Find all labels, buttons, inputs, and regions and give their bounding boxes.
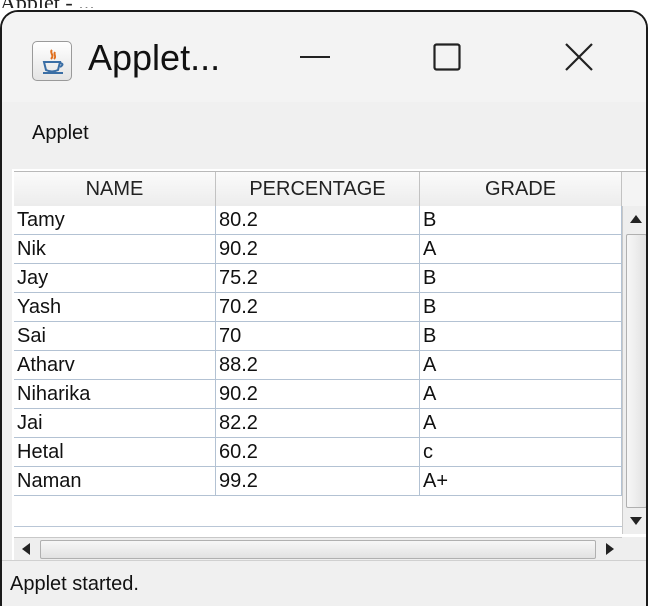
minimize-icon [300, 56, 330, 58]
vertical-scrollbar[interactable] [622, 206, 646, 534]
cell-percentage[interactable]: 99.2 [216, 467, 420, 495]
cell-percentage[interactable]: 75.2 [216, 264, 420, 292]
cell-name[interactable]: Hetal [14, 438, 216, 466]
table-header: NAME PERCENTAGE GRADE [14, 171, 622, 207]
table-row[interactable]: Yash 70.2 B [14, 293, 622, 322]
cell-grade[interactable]: A+ [420, 467, 622, 495]
table-row[interactable]: Nik 90.2 A [14, 235, 622, 264]
horizontal-scroll-thumb[interactable] [40, 540, 596, 559]
cell-grade[interactable]: B [420, 322, 622, 350]
cell-grade[interactable]: B [420, 264, 622, 292]
arrow-right-icon [606, 543, 614, 555]
cell-name[interactable]: Niharika [14, 380, 216, 408]
cell-name[interactable]: Naman [14, 467, 216, 495]
column-header-name[interactable]: NAME [14, 172, 216, 206]
arrow-left-icon [22, 543, 30, 555]
window-body: Applet... Applet NAME PERCENTAGE GRADE T… [2, 12, 646, 606]
scroll-left-button[interactable] [14, 538, 38, 560]
cell-percentage[interactable]: 70.2 [216, 293, 420, 321]
grades-table: NAME PERCENTAGE GRADE Tamy 80.2 B Nik 90… [12, 169, 646, 606]
cell-percentage[interactable]: 60.2 [216, 438, 420, 466]
cell-percentage[interactable]: 70 [216, 322, 420, 350]
applet-menu-label: Applet [32, 122, 89, 144]
background-caption: Applet - ... [0, 0, 200, 8]
table-row[interactable]: Hetal 60.2 c [14, 438, 622, 467]
cell-name[interactable]: Sai [14, 322, 216, 350]
maximize-button[interactable] [392, 12, 502, 102]
vertical-scroll-thumb[interactable] [626, 234, 646, 508]
cell-name[interactable]: Tamy [14, 206, 216, 234]
horizontal-scrollbar[interactable] [14, 537, 622, 561]
column-header-grade[interactable]: GRADE [420, 172, 622, 206]
cell-name[interactable]: Atharv [14, 351, 216, 379]
cell-name[interactable]: Jai [14, 409, 216, 437]
table-row[interactable]: Jai 82.2 A [14, 409, 622, 438]
status-text: Applet started. [10, 573, 139, 595]
cell-name[interactable]: Nik [14, 235, 216, 263]
java-cup-icon [32, 41, 72, 81]
table-row[interactable]: Atharv 88.2 A [14, 351, 622, 380]
table-row[interactable]: Niharika 90.2 A [14, 380, 622, 409]
minimize-button[interactable] [260, 12, 370, 102]
cell-grade[interactable]: A [420, 235, 622, 263]
cell-percentage[interactable]: 80.2 [216, 206, 420, 234]
cell-percentage[interactable]: 90.2 [216, 235, 420, 263]
cell-grade[interactable]: B [420, 293, 622, 321]
cell-percentage[interactable]: 82.2 [216, 409, 420, 437]
cell-grade[interactable]: c [420, 438, 622, 466]
arrow-up-icon [629, 215, 642, 223]
table-row[interactable]: Sai 70 B [14, 322, 622, 351]
maximize-icon [433, 43, 461, 71]
header-corner [622, 171, 646, 207]
scroll-right-button[interactable] [598, 538, 622, 560]
scroll-up-button[interactable] [623, 206, 646, 232]
close-button[interactable] [524, 12, 634, 102]
cell-grade[interactable]: A [420, 351, 622, 379]
table-row[interactable]: Tamy 80.2 B [14, 206, 622, 235]
table-body: Tamy 80.2 B Nik 90.2 A Jay 75.2 B Yash 7… [14, 206, 622, 527]
table-row[interactable]: Naman 99.2 A+ [14, 467, 622, 496]
status-bar: Applet started. [2, 560, 646, 606]
column-header-percentage[interactable]: PERCENTAGE [216, 172, 420, 206]
cell-name[interactable]: Jay [14, 264, 216, 292]
cell-percentage[interactable]: 88.2 [216, 351, 420, 379]
window-title: Applet... [88, 37, 221, 78]
cell-name[interactable]: Yash [14, 293, 216, 321]
scroll-corner [622, 537, 646, 561]
applet-window: Applet... Applet NAME PERCENTAGE GRADE T… [0, 10, 648, 606]
title-bar[interactable]: Applet... [2, 12, 646, 102]
scroll-down-button[interactable] [623, 508, 646, 534]
cell-grade[interactable]: B [420, 206, 622, 234]
cell-percentage[interactable]: 90.2 [216, 380, 420, 408]
cell-grade[interactable]: A [420, 409, 622, 437]
cell-grade[interactable]: A [420, 380, 622, 408]
arrow-down-icon [629, 517, 642, 525]
close-icon [565, 43, 593, 71]
table-row[interactable]: Jay 75.2 B [14, 264, 622, 293]
